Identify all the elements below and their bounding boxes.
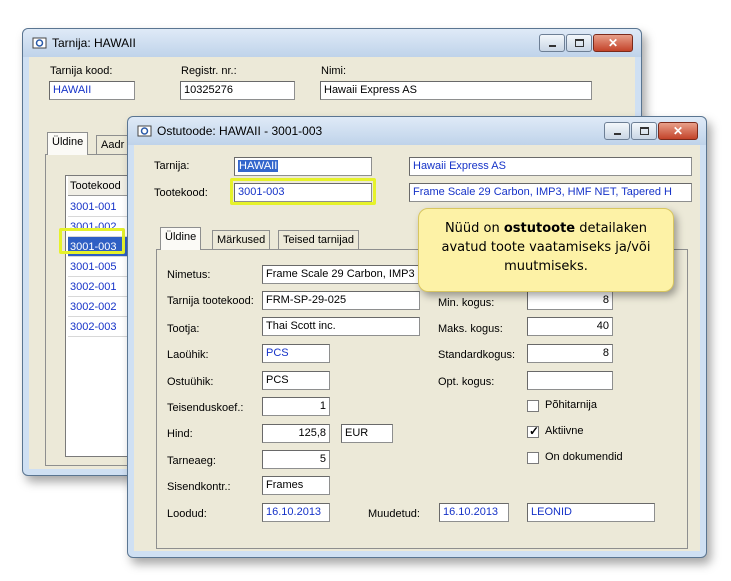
main-supplier-label: Põhitarnija: [545, 399, 597, 411]
std-qty-field[interactable]: 8: [527, 344, 613, 363]
created-label: Loodud:: [167, 508, 207, 520]
list-item[interactable]: 3002-003: [68, 317, 132, 337]
supplier-product-code-label: Tarnija tootekood:: [167, 295, 254, 307]
max-qty-label: Maks. kogus:: [438, 323, 503, 335]
tab-other-suppliers[interactable]: Teised tarnijad: [278, 230, 359, 250]
modified-label: Muudetud:: [368, 508, 420, 520]
min-qty-label: Min. kogus:: [438, 297, 495, 309]
checkmark-icon: ✓: [528, 424, 540, 438]
conversion-field[interactable]: 1: [262, 397, 330, 416]
product-window: Ostutoode: HAWAII - 3001-003 ✕ Tarnija: …: [127, 116, 707, 558]
manufacturer-field[interactable]: Thai Scott inc.: [262, 317, 420, 336]
maximize-icon: [640, 127, 649, 135]
supplier-code-field[interactable]: HAWAII: [234, 157, 372, 176]
std-qty-label: Standardkogus:: [438, 349, 516, 361]
max-qty-field[interactable]: 40: [527, 317, 613, 336]
maximize-button[interactable]: [631, 122, 657, 140]
maximize-button[interactable]: [566, 34, 592, 52]
opt-qty-label: Opt. kogus:: [438, 376, 495, 388]
tab-general[interactable]: Üldine: [47, 132, 89, 155]
minimize-icon: [614, 133, 621, 135]
product-window-body: Tarnija: HAWAII Hawaii Express AS Tootek…: [134, 145, 700, 551]
supplier-window-titlebar[interactable]: Tarnija: HAWAII ✕: [23, 29, 641, 57]
callout-text-bold: ostutoote: [503, 221, 576, 236]
minimize-icon: [549, 45, 556, 47]
price-label: Hind:: [167, 428, 193, 440]
min-qty-field[interactable]: 8: [527, 291, 613, 310]
main-supplier-checkbox[interactable]: [527, 400, 539, 412]
name-label: Nimi:: [321, 65, 347, 77]
selected-row-highlight: [59, 228, 125, 254]
manufacturer-label: Tootja:: [167, 323, 200, 335]
purchase-unit-label: Ostuühik:: [167, 376, 214, 388]
lead-time-label: Tarneaeg:: [167, 455, 216, 467]
instruction-callout: Nüüd on ostutoote detailaken avatud toot…: [418, 208, 674, 292]
product-window-title: Ostutoode: HAWAII - 3001-003: [157, 124, 323, 138]
tab-notes[interactable]: Märkused: [212, 230, 271, 250]
supplier-code-field[interactable]: HAWAII: [49, 81, 135, 100]
name-field[interactable]: Hawaii Express AS: [320, 81, 592, 100]
active-checkbox[interactable]: ✓: [527, 424, 540, 438]
purchase-unit-field[interactable]: PCS: [262, 371, 330, 390]
active-label: Aktiivne: [545, 425, 584, 437]
created-field[interactable]: 16.10.2013: [262, 503, 330, 522]
conversion-label: Teisenduskoef.:: [167, 402, 244, 414]
product-code-label: Tootekood:: [154, 187, 208, 199]
reg-no-field[interactable]: 10325276: [180, 81, 295, 100]
list-item[interactable]: 3001-005: [68, 257, 132, 277]
maximize-icon: [575, 39, 584, 47]
list-item[interactable]: 3002-002: [68, 297, 132, 317]
list-item[interactable]: 3002-001: [68, 277, 132, 297]
on-documents-label: On dokumendid: [545, 451, 623, 463]
input-account-label: Sisendkontr.:: [167, 481, 231, 493]
supplier-product-code-field[interactable]: FRM-SP-29-025: [262, 291, 420, 310]
product-list[interactable]: Tootekood 3001-001 3001-002 3001-003 3001-0…: [65, 175, 135, 457]
name-field[interactable]: Frame Scale 29 Carbon, IMP3: [262, 265, 420, 284]
price-field[interactable]: 125,8: [262, 424, 330, 443]
close-icon: ✕: [672, 124, 684, 138]
on-documents-checkbox[interactable]: [527, 452, 539, 464]
product-code-highlight: [230, 178, 376, 205]
reg-no-label: Registr. nr.:: [181, 65, 237, 77]
product-description-field[interactable]: Frame Scale 29 Carbon, IMP3, HMF NET, Ta…: [409, 183, 692, 202]
name-label: Nimetus:: [167, 269, 211, 281]
app-icon: [137, 125, 152, 137]
supplier-code-label: Tarnija kood:: [50, 65, 113, 77]
lead-time-field[interactable]: 5: [262, 450, 330, 469]
supplier-name-field[interactable]: Hawaii Express AS: [409, 157, 692, 176]
tab-general[interactable]: Üldine: [160, 227, 202, 250]
minimize-button[interactable]: [604, 122, 630, 140]
supplier-window-title: Tarnija: HAWAII: [52, 36, 136, 50]
app-icon: [32, 37, 47, 49]
stock-unit-field[interactable]: PCS: [262, 344, 330, 363]
close-button[interactable]: ✕: [593, 34, 633, 52]
modified-by-field[interactable]: LEONID: [527, 503, 655, 522]
product-window-titlebar[interactable]: Ostutoode: HAWAII - 3001-003 ✕: [128, 117, 706, 145]
opt-qty-field[interactable]: [527, 371, 613, 390]
tab-addresses[interactable]: Aadr: [96, 135, 130, 155]
input-account-field[interactable]: Frames: [262, 476, 330, 495]
list-header[interactable]: Tootekood: [68, 176, 132, 196]
modified-field[interactable]: 16.10.2013: [439, 503, 509, 522]
minimize-button[interactable]: [539, 34, 565, 52]
close-button[interactable]: ✕: [658, 122, 698, 140]
supplier-label: Tarnija:: [154, 160, 190, 172]
supplier-code-selection: HAWAII: [238, 160, 279, 172]
currency-field[interactable]: EUR: [341, 424, 393, 443]
list-item[interactable]: 3001-001: [68, 197, 132, 217]
callout-text-start: Nüüd on: [444, 221, 504, 236]
close-icon: ✕: [607, 36, 619, 50]
stock-unit-label: Laoühik:: [167, 349, 209, 361]
